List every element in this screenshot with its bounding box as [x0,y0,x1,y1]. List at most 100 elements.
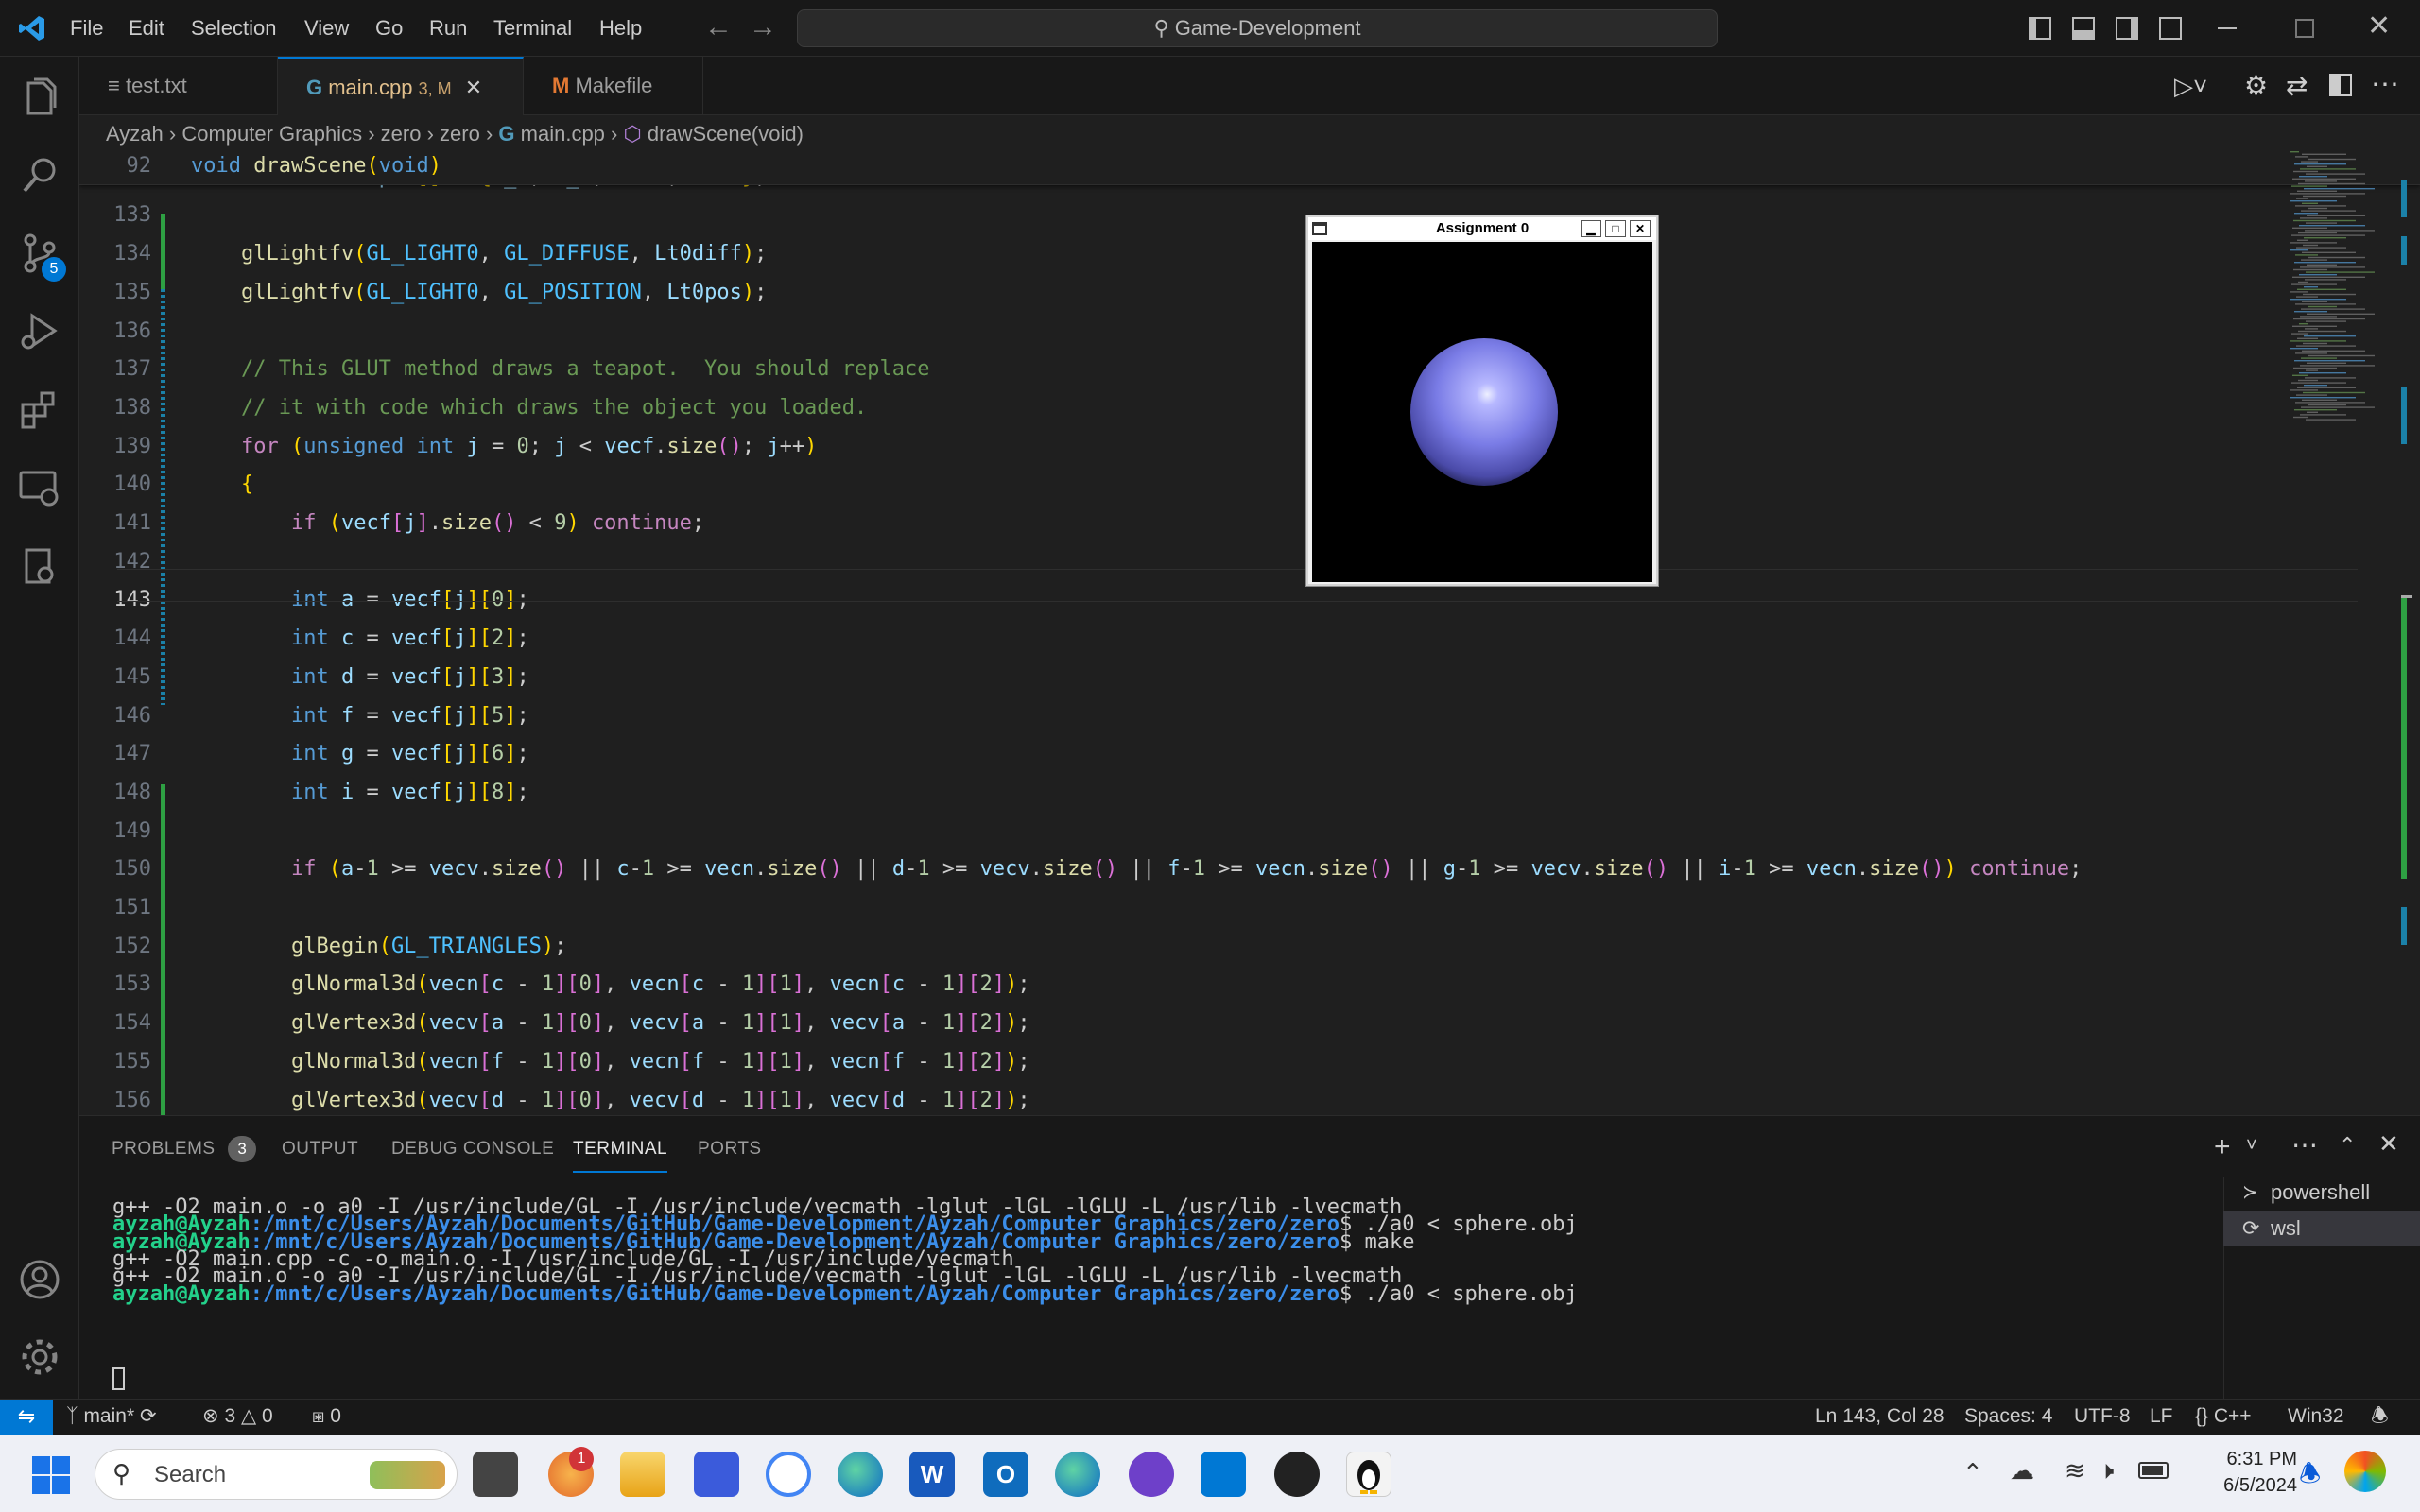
menu-view[interactable]: View [304,0,349,57]
window-menu-icon[interactable] [1312,222,1327,235]
word-icon[interactable]: W [909,1452,955,1497]
cursor-position[interactable]: Ln 143, Col 28 [1815,1400,1945,1435]
account-icon[interactable] [17,1257,62,1302]
glut-window-titlebar[interactable]: Assignment 0 ▁ □ ✕ [1308,217,1656,240]
tab-ports[interactable]: PORTS [698,1125,762,1173]
line-number: 139 [113,434,151,458]
remote-indicator-icon[interactable]: ⇋ [0,1400,53,1435]
menu-file[interactable]: File [70,0,103,57]
task-view-icon[interactable] [473,1452,518,1497]
end-of-line[interactable]: LF [2150,1400,2173,1435]
menu-selection[interactable]: Selection [191,0,277,57]
glut-window[interactable]: Assignment 0 ▁ □ ✕ [1306,215,1658,586]
new-terminal-icon[interactable]: + [2214,1131,2231,1163]
breadcrumb-item[interactable]: Computer Graphics [182,122,362,146]
minimap[interactable] [2284,151,2407,491]
tab-problems[interactable]: PROBLEMS 3 [112,1125,257,1173]
testing-icon[interactable] [17,544,62,590]
opengl-canvas[interactable] [1312,242,1652,582]
copilot-icon[interactable] [2344,1451,2386,1492]
menu-help[interactable]: Help [599,0,642,57]
run-debug-dropdown-icon[interactable]: ▷˅ [2174,72,2207,101]
close-panel-icon[interactable]: ✕ [2378,1129,2399,1159]
menu-run[interactable]: Run [429,0,467,57]
more-actions-icon[interactable]: ⋯ [2371,68,2399,101]
outlook-icon[interactable]: O [983,1452,1028,1497]
tab-main-cpp[interactable]: G main.cpp 3, M ✕ [278,57,524,115]
code-editor[interactable]: 131 // Light position132 GLfloat Lt0pos[… [79,151,2420,1115]
maximize-panel-icon[interactable]: ⌃ [2339,1133,2356,1158]
branch-indicator[interactable]: ᛉ main* ⟳ [66,1400,157,1435]
vscode-taskbar-icon[interactable] [1201,1452,1246,1497]
chevron-down-icon[interactable]: ˅ [2246,1135,2257,1157]
settings-gear-icon[interactable] [17,1334,62,1380]
extensions-icon[interactable] [17,387,62,433]
chart-app-icon[interactable] [694,1452,739,1497]
terminal-instance-wsl[interactable]: ⟳ wsl [2223,1211,2420,1246]
minimize-icon[interactable] [2218,27,2237,29]
terminal-instance-powershell[interactable]: ≻ powershell [2223,1175,2420,1211]
forward-arrow-icon[interactable]: → [749,11,777,43]
more-actions-icon[interactable]: ⋯ [2291,1129,2318,1160]
tab-debug-console[interactable]: DEBUG CONSOLE [391,1125,554,1173]
encoding[interactable]: UTF-8 [2074,1400,2131,1435]
chevron-up-icon[interactable]: ⌃ [1962,1458,1983,1487]
notification-bell-icon[interactable]: 🕭 [2299,1456,2321,1498]
tab-makefile[interactable]: M Makefile [524,57,703,115]
split-editor-icon[interactable] [2329,74,2352,96]
taskbar-search-box[interactable]: ⚲ Search [95,1449,458,1500]
indentation[interactable]: Spaces: 4 [1964,1400,2052,1435]
close-icon[interactable]: ✕ [1630,220,1651,237]
breadcrumb-item[interactable]: drawScene(void) [648,122,804,146]
toggle-secondary-sidebar-icon[interactable] [2116,17,2138,40]
windows-start-icon[interactable] [32,1456,70,1494]
media-player-icon[interactable] [1274,1452,1320,1497]
battery-icon[interactable] [2138,1462,2169,1479]
compare-changes-icon[interactable]: ⇄ [2286,70,2308,101]
wifi-icon[interactable]: ≋ [2065,1456,2085,1486]
maximize-icon[interactable]: □ [1605,220,1626,237]
maximize-icon[interactable] [2295,19,2314,38]
tab-test-txt[interactable]: ≡ test.txt [79,57,278,115]
back-arrow-icon[interactable]: ← [704,11,733,43]
toggle-panel-icon[interactable] [2072,17,2095,40]
language-mode[interactable]: {} C++ [2195,1400,2252,1435]
run-debug-icon[interactable] [17,308,62,353]
clock-date[interactable]: 6/5/2024 [2184,1475,2297,1497]
toggle-primary-sidebar-icon[interactable] [2029,17,2051,40]
sync-icon[interactable]: ⟳ [140,1405,157,1427]
sticky-scroll-header[interactable]: 92 void drawScene(void) [79,151,2420,185]
clock-time[interactable]: 6:31 PM [2203,1449,2297,1470]
gear-icon[interactable]: ⚙ [2244,70,2268,101]
tab-terminal[interactable]: TERMINAL [573,1125,668,1173]
menu-edit[interactable]: Edit [129,0,164,57]
edge-dev-icon[interactable] [1055,1452,1100,1497]
edge-browser-icon[interactable] [838,1452,883,1497]
menu-go[interactable]: Go [375,0,403,57]
breadcrumb-item[interactable]: main.cpp [521,122,605,146]
breadcrumb-item[interactable]: Ayzah [106,122,164,146]
command-center-search[interactable]: ⚲ Game-Development [797,9,1718,47]
breadcrumb-item[interactable]: zero [440,122,480,146]
volume-icon[interactable]: 🕨 [2099,1456,2114,1486]
menu-terminal[interactable]: Terminal [493,0,572,57]
platform[interactable]: Win32 [2288,1400,2344,1435]
onedrive-icon[interactable]: ☁ [2010,1456,2034,1486]
file-explorer-icon[interactable] [620,1452,666,1497]
customize-layout-icon[interactable] [2159,17,2182,40]
linux-penguin-icon[interactable] [1346,1452,1392,1497]
close-tab-icon[interactable]: ✕ [465,76,482,99]
google-icon[interactable] [766,1452,811,1497]
editor-scrollbar[interactable] [2401,151,2412,1115]
explorer-icon[interactable] [17,76,62,121]
notifications-bell-icon[interactable]: 🕭 [2371,1400,2389,1435]
ports-indicator[interactable]: ⧆ 0 [312,1400,341,1435]
remote-explorer-icon[interactable] [17,465,62,510]
close-window-icon[interactable]: ✕ [2367,9,2391,43]
breadcrumb-item[interactable]: zero [381,122,422,146]
github-desktop-icon[interactable] [1129,1452,1174,1497]
search-icon[interactable] [17,153,62,198]
tab-output[interactable]: OUTPUT [282,1125,358,1173]
problems-indicator[interactable]: ⊗ 3 △ 0 [202,1400,273,1435]
minimize-icon[interactable]: ▁ [1581,220,1601,237]
